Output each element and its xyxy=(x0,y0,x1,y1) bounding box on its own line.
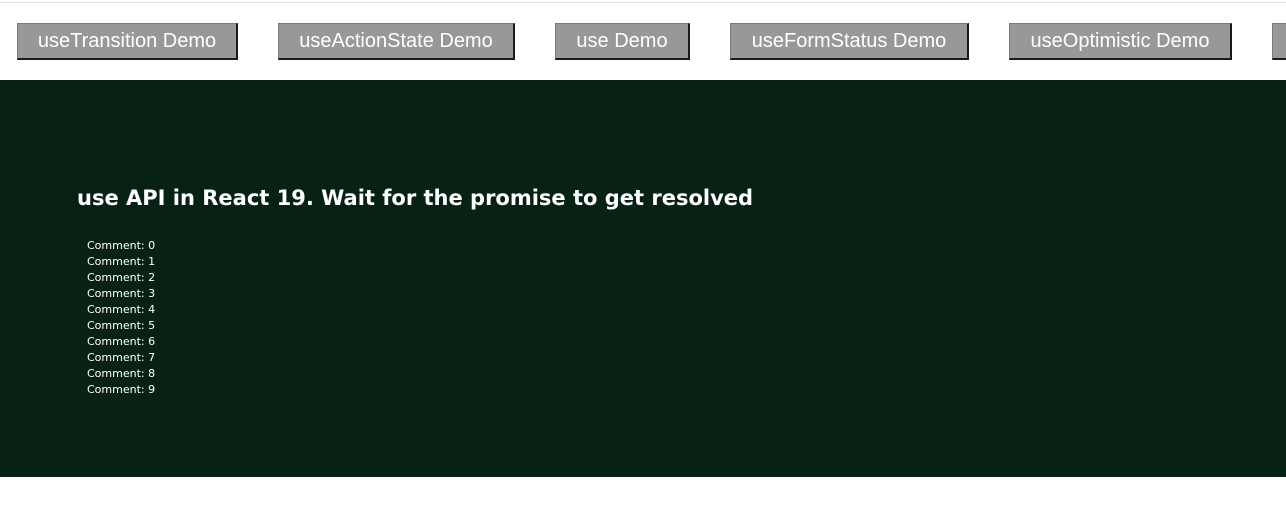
comment-list: Comment: 0 Comment: 1 Comment: 2 Comment… xyxy=(87,238,155,398)
comment-item: Comment: 4 xyxy=(87,303,156,316)
use-demo-button[interactable]: use Demo xyxy=(555,23,690,60)
use-optimistic-demo-button[interactable]: useOptimistic Demo xyxy=(1009,23,1232,60)
comment-item: Comment: 0 xyxy=(87,239,156,252)
comment-item: Comment: 3 xyxy=(87,287,156,300)
comment-item: Comment: 6 xyxy=(87,335,156,348)
use-transition-demo-button[interactable]: useTransition Demo xyxy=(17,23,238,60)
demo-panel: use API in React 19. Wait for the promis… xyxy=(0,80,1286,477)
comment-item: Comment: 8 xyxy=(87,367,156,380)
use-action-state-demo-button[interactable]: useActionState Demo xyxy=(278,23,515,60)
next-demo-button[interactable] xyxy=(1272,23,1286,60)
comment-item: Comment: 7 xyxy=(87,351,156,364)
comment-item: Comment: 2 xyxy=(87,271,156,284)
comment-item: Comment: 5 xyxy=(87,319,156,332)
demo-nav-bar: useTransition Demo useActionState Demo u… xyxy=(0,0,1286,80)
page-title: use API in React 19. Wait for the promis… xyxy=(77,186,754,210)
use-form-status-demo-button[interactable]: useFormStatus Demo xyxy=(730,23,969,60)
comment-item: Comment: 1 xyxy=(87,255,156,268)
comment-item: Comment: 9 xyxy=(87,383,156,396)
